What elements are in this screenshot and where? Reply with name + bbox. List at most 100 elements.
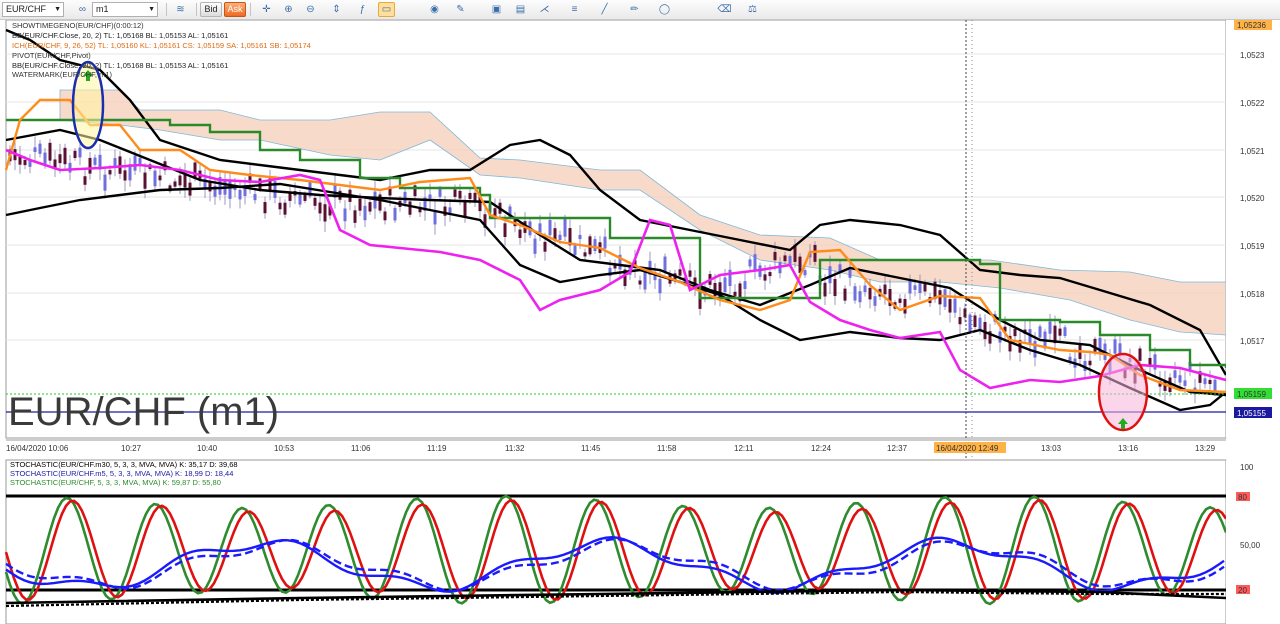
- pen-icon[interactable]: ✏: [626, 2, 643, 17]
- chart-type-icon[interactable]: ≋: [172, 2, 189, 17]
- candle-body: [868, 287, 872, 300]
- candle-body: [238, 189, 242, 200]
- candle-body: [403, 191, 407, 204]
- indicator-label: WATERMARK(EUR/CHF, m1): [12, 70, 113, 79]
- auto-scale-icon[interactable]: ⇕: [328, 2, 345, 17]
- ellipse-icon[interactable]: ◯: [656, 2, 673, 17]
- candle-body: [288, 193, 292, 201]
- candle-body: [803, 270, 807, 276]
- time-label: 13:16: [1118, 444, 1139, 453]
- template-icon[interactable]: ▤: [512, 2, 529, 17]
- ask-button[interactable]: Ask: [224, 2, 246, 17]
- crosshair-icon[interactable]: ✛: [258, 2, 275, 17]
- candle-body: [103, 174, 107, 191]
- stochastic-panel[interactable]: STOCHASTIC(EUR/CHF.m30, 5, 3, 3, MVA, MV…: [4, 459, 1280, 624]
- studies-icon[interactable]: ⋌: [536, 2, 553, 17]
- indicator-label: ICH(EUR/CHF, 9, 26, 52) TL: 1,05160 KL: …: [12, 41, 311, 50]
- candle-body: [503, 223, 507, 238]
- bid-button[interactable]: Bid: [200, 2, 222, 17]
- timeframe-select[interactable]: m1 ▼: [92, 2, 158, 17]
- scales-icon[interactable]: ⚖: [744, 2, 761, 17]
- lines-icon[interactable]: ≡: [566, 2, 583, 17]
- stochastic-scale-label: 20: [1238, 586, 1247, 595]
- candle-body: [563, 219, 567, 237]
- comment-icon[interactable]: ▭: [378, 2, 395, 17]
- candle-body: [153, 170, 157, 187]
- zoom-out-icon[interactable]: ⊖: [302, 2, 319, 17]
- time-label: 10:40: [197, 444, 218, 453]
- candle-body: [463, 200, 467, 218]
- indicator-label: PIVOT(EUR/CHF,Pivot): [12, 51, 91, 60]
- candle-body: [593, 239, 597, 252]
- candle-body: [1178, 375, 1182, 383]
- time-label: 12:37: [887, 444, 908, 453]
- candle-body: [1033, 341, 1037, 358]
- candle-body: [438, 188, 442, 197]
- ruler-icon[interactable]: ✎: [452, 2, 469, 17]
- candle-body: [863, 285, 867, 293]
- candle-body: [923, 284, 927, 292]
- candle-body: [393, 207, 397, 221]
- candle-body: [143, 172, 147, 189]
- candle-body: [853, 286, 857, 301]
- time-label: 11:06: [351, 444, 371, 453]
- candle-body: [353, 210, 357, 223]
- globe-icon[interactable]: ◉: [426, 2, 443, 17]
- time-label: 10:27: [121, 444, 142, 453]
- candle-body: [93, 157, 97, 165]
- price-axis: 1,05236 1,0523 1,0522 1,0521 1,0520 1,05…: [1226, 20, 1280, 438]
- candle-body: [253, 194, 257, 201]
- time-label: 16/04/2020 10:06: [6, 444, 69, 453]
- candle-body: [363, 205, 367, 221]
- candle-body: [158, 175, 162, 181]
- stochastic-scale-label: 100: [1240, 463, 1254, 472]
- price-label: 1,0520: [1240, 194, 1265, 203]
- trendline-icon[interactable]: ╱: [596, 2, 613, 17]
- candle-body: [468, 192, 472, 199]
- toolbar: EUR/CHF ▼ ∞ m1 ▼ Bid Ask ≋ ✛ ⊕ ⊖ ⇕ ƒ ▭ ◉ ✎ ▣ ▤ ⋌ ≡ ╱ ✏…: [0, 0, 1280, 20]
- candle-body: [78, 147, 82, 158]
- candle-body: [1048, 321, 1052, 334]
- candle-body: [1203, 378, 1207, 385]
- candle-body: [678, 269, 682, 276]
- candle-body: [178, 175, 182, 186]
- candle-body: [428, 194, 432, 199]
- link-icon[interactable]: ∞: [74, 2, 91, 17]
- candle-body: [658, 278, 662, 294]
- candle-body: [883, 284, 887, 295]
- candle-body: [383, 211, 387, 221]
- candle-body: [358, 198, 362, 211]
- candle-body: [43, 152, 47, 165]
- candle-body: [453, 189, 457, 197]
- candle-body: [518, 229, 522, 238]
- time-label: 13:03: [1041, 444, 1062, 453]
- time-label: 11:58: [657, 444, 677, 453]
- candle-body: [603, 236, 607, 249]
- candle-body: [583, 252, 587, 257]
- candle-body: [768, 272, 772, 277]
- candle-body: [1058, 328, 1062, 336]
- timeframe-value: m1: [96, 4, 109, 14]
- chart-watermark: EUR/CHF (m1): [8, 390, 279, 434]
- candle-body: [573, 245, 577, 256]
- candle-body: [663, 256, 667, 272]
- eraser-icon[interactable]: ⌫: [716, 2, 733, 17]
- image-icon[interactable]: ▣: [488, 2, 505, 17]
- candle-body: [88, 157, 92, 174]
- candle-body: [123, 170, 127, 181]
- symbol-select[interactable]: EUR/CHF ▼: [2, 2, 64, 17]
- price-plot-area: [5, 20, 1227, 439]
- candle-body: [753, 254, 757, 270]
- candle-body: [773, 251, 777, 261]
- indicators-icon[interactable]: ƒ: [354, 2, 371, 17]
- price-label: 1,0521: [1240, 147, 1265, 156]
- candle-body: [1063, 327, 1067, 336]
- candle-body: [873, 296, 877, 306]
- price-chart[interactable]: EUR/CHF (m1) SHOWTIMEGENO(EUR/CHF)(0:00:…: [0, 20, 1280, 624]
- candle-body: [313, 197, 317, 206]
- time-label: 11:45: [581, 444, 601, 453]
- candle-body: [63, 147, 67, 165]
- time-axis: 16/04/2020 10:06 10:27 10:40 10:53 11:06…: [0, 439, 1280, 453]
- candle-body: [958, 317, 962, 325]
- zoom-in-icon[interactable]: ⊕: [280, 2, 297, 17]
